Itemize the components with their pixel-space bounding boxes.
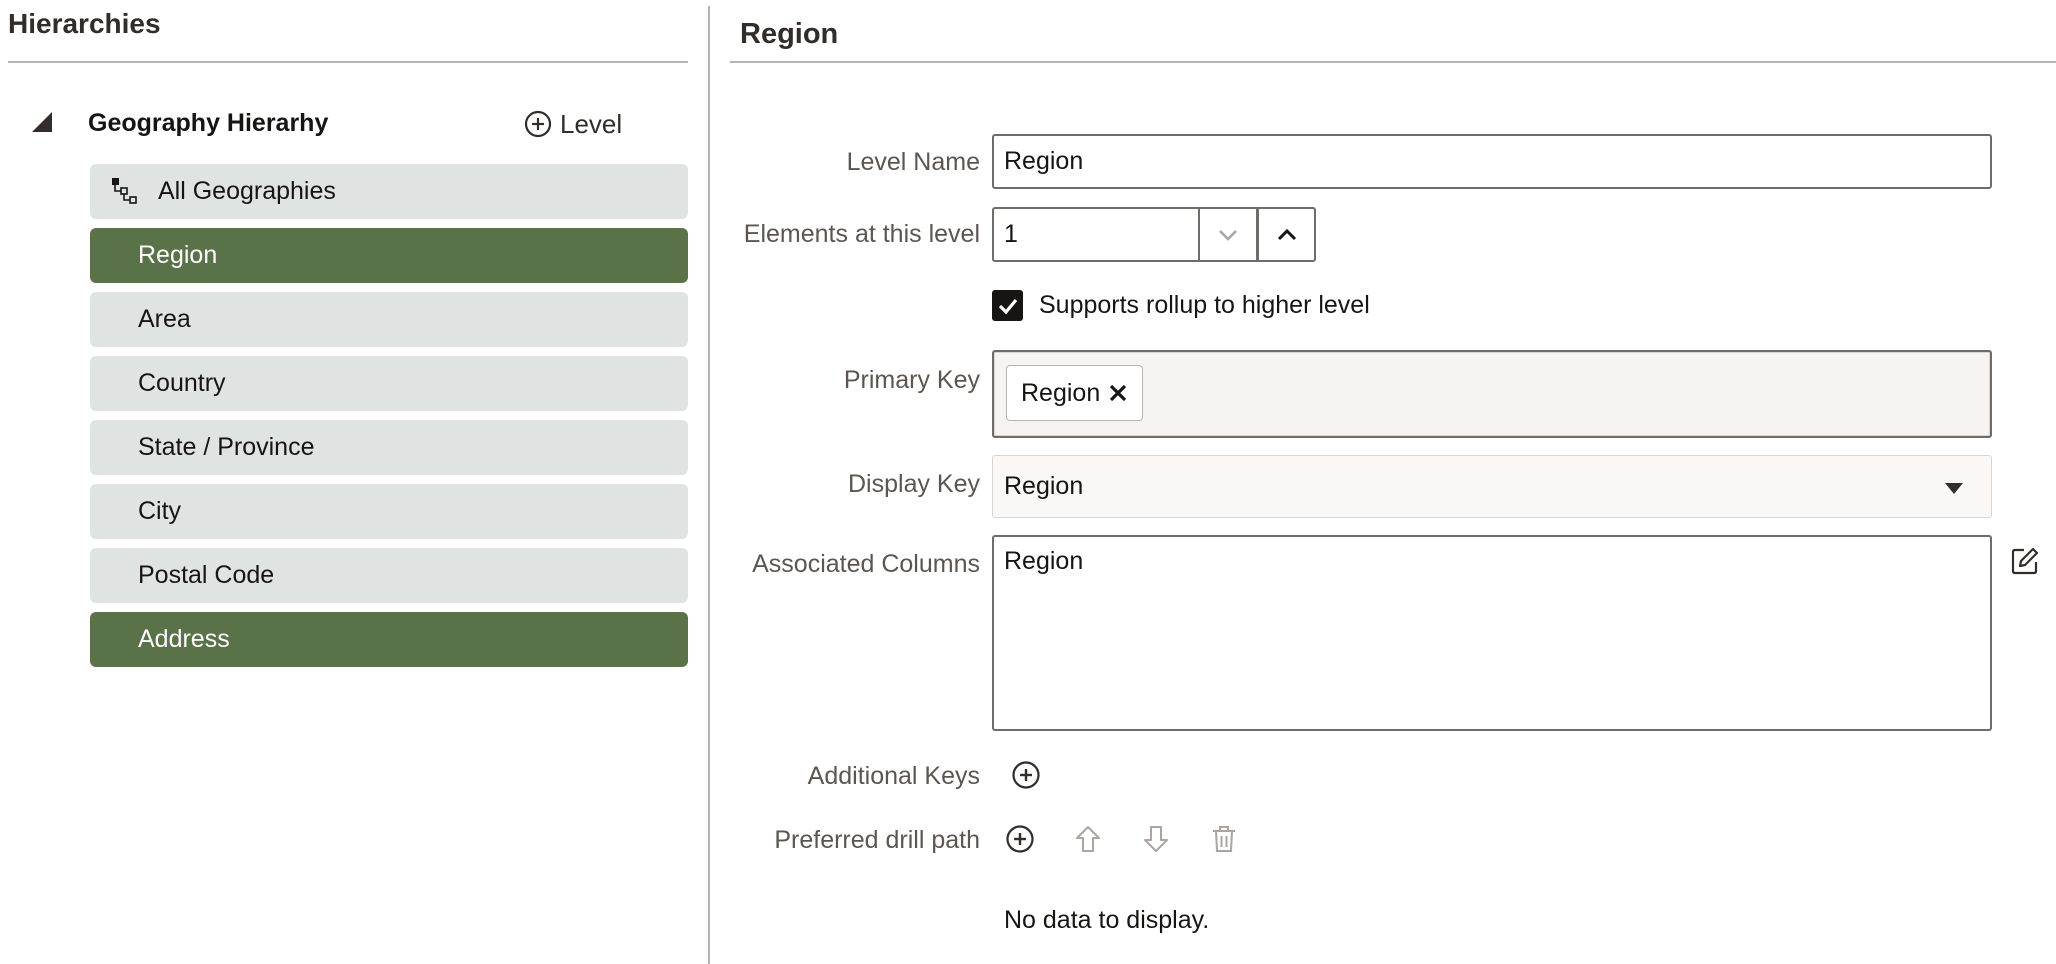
primary-key-label: Primary Key	[843, 366, 980, 394]
add-drill-path-icon[interactable]	[1005, 824, 1035, 854]
elements-value: 1	[1004, 220, 1018, 248]
rollup-checkbox[interactable]	[992, 290, 1023, 321]
level-item-all-geographies[interactable]: All Geographies	[90, 164, 688, 219]
level-name-label: Level Name	[846, 148, 980, 176]
checkmark-icon	[998, 298, 1017, 314]
level-item-area[interactable]: Area	[90, 292, 688, 347]
drill-path-empty-message: No data to display.	[1004, 906, 1210, 934]
chip-label: Region	[1021, 378, 1101, 407]
elements-label: Elements at this level	[743, 220, 980, 248]
rollup-option[interactable]: Supports rollup to higher level	[992, 290, 1370, 321]
elements-input[interactable]: 1	[992, 207, 1198, 262]
level-detail-title: Region	[740, 18, 839, 50]
left-divider	[8, 61, 688, 63]
level-item-address[interactable]: Address	[90, 612, 688, 667]
display-key-label: Display Key	[848, 470, 980, 498]
hierarchy-name: Geography Hierarhy	[88, 109, 329, 137]
associated-columns-textarea[interactable]: Region	[992, 535, 1992, 731]
decrement-button[interactable]	[1198, 207, 1257, 262]
level-item-region[interactable]: Region	[90, 228, 688, 283]
level-label: Area	[138, 305, 191, 333]
level-label: Address	[138, 625, 230, 653]
level-name-value: Region	[1004, 147, 1084, 175]
hierarchy-root-icon	[112, 177, 137, 204]
rollup-label: Supports rollup to higher level	[1039, 291, 1370, 319]
edit-icon[interactable]	[2010, 546, 2040, 576]
move-down-icon[interactable]	[1141, 824, 1171, 854]
chevron-down-icon	[1219, 229, 1237, 241]
level-label: City	[138, 497, 182, 525]
primary-key-chip[interactable]: Region	[1006, 365, 1144, 421]
level-item-country[interactable]: Country	[90, 356, 688, 411]
level-item-city[interactable]: City	[90, 484, 688, 539]
chevron-up-icon	[1277, 228, 1296, 240]
level-name-input[interactable]: Region	[992, 134, 1992, 189]
right-divider	[730, 61, 2056, 63]
level-label: Postal Code	[138, 561, 275, 589]
dropdown-caret-icon	[1945, 483, 1963, 494]
add-key-icon[interactable]	[1011, 760, 1041, 790]
elements-stepper[interactable]: 1	[992, 207, 1316, 262]
display-key-value: Region	[1004, 472, 1084, 500]
primary-key-field[interactable]: Region	[992, 350, 1992, 438]
additional-keys-label: Additional Keys	[807, 762, 980, 790]
delete-icon[interactable]	[1209, 824, 1239, 854]
associated-columns-label: Associated Columns	[752, 550, 980, 578]
level-label: State / Province	[138, 433, 315, 461]
move-up-icon[interactable]	[1073, 824, 1103, 854]
level-label: Country	[138, 369, 226, 397]
drill-path-label: Preferred drill path	[774, 826, 980, 854]
level-item-state-province[interactable]: State / Province	[90, 420, 688, 475]
remove-chip-icon[interactable]	[1108, 383, 1128, 403]
add-level-button[interactable]: Level	[524, 106, 622, 142]
hierarchies-title: Hierarchies	[8, 8, 161, 39]
level-label: Region	[138, 241, 218, 269]
panel-divider[interactable]	[708, 6, 710, 964]
add-level-label: Level	[560, 108, 623, 139]
add-circle-icon	[524, 110, 552, 138]
level-label: All Geographies	[158, 177, 336, 205]
collapse-triangle-icon[interactable]	[30, 110, 54, 134]
display-key-select[interactable]: Region	[992, 455, 1992, 518]
increment-button[interactable]	[1257, 207, 1316, 262]
level-item-postal-code[interactable]: Postal Code	[90, 548, 688, 603]
associated-columns-value: Region	[1004, 547, 1084, 575]
